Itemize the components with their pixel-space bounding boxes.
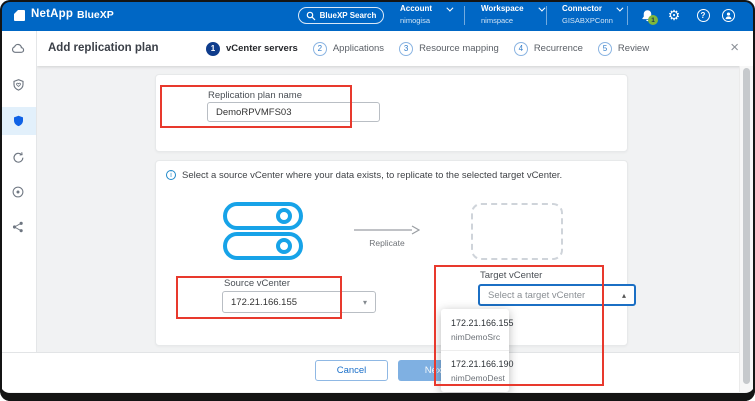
step-resource-mapping[interactable]: 3 Resource mapping (399, 42, 499, 56)
sidebar-item-governance[interactable] (0, 178, 36, 206)
top-header: NetApp BlueXP BlueXP Search Account nimo… (0, 0, 755, 31)
step-label: Resource mapping (419, 43, 499, 54)
health-icon (11, 78, 26, 93)
brand-name: NetApp (31, 8, 73, 20)
target-vcenter-placeholder (471, 203, 563, 260)
target-vcenter-placeholder-text: Select a target vCenter (488, 290, 585, 301)
info-icon: i (166, 170, 176, 180)
sidebar-item-health[interactable] (0, 71, 36, 99)
bluexp-search-button[interactable]: BlueXP Search (298, 7, 384, 24)
replicate-arrow: Replicate (354, 225, 420, 248)
user-icon (722, 9, 735, 22)
chevron-up-icon: ▴ (622, 291, 626, 300)
sidebar-item-protection[interactable] (0, 107, 36, 135)
source-vcenter-select[interactable]: 172.21.166.155 ▾ (222, 291, 376, 313)
sidebar-item-extend[interactable] (0, 213, 36, 241)
header-divider (464, 6, 465, 25)
workspace-label: Workspace (481, 4, 524, 14)
step-number: 5 (598, 42, 612, 56)
source-vcenter-graphic (223, 202, 303, 260)
search-icon (306, 11, 316, 21)
menu-divider (441, 350, 509, 351)
chevron-down-icon: ▾ (363, 298, 367, 307)
option-ip: 172.21.166.190 (451, 359, 499, 369)
step-number: 4 (514, 42, 528, 56)
close-icon[interactable]: × (730, 39, 739, 56)
chevron-down-icon (616, 4, 623, 11)
cancel-button[interactable]: Cancel (315, 360, 388, 381)
gear-icon: ⚙ (668, 7, 681, 24)
plan-name-card: Replication plan name (155, 74, 628, 152)
connector-label: Connector (562, 4, 602, 14)
connector-value: GISABXPConn (562, 16, 621, 26)
step-vcenter-servers[interactable]: 1 vCenter servers (206, 42, 298, 56)
target-vcenter-select[interactable]: Select a target vCenter ▴ (478, 284, 636, 306)
source-vcenter-label: Source vCenter (224, 278, 290, 289)
chevron-down-icon (446, 4, 453, 11)
user-profile-button[interactable] (719, 0, 737, 31)
help-button[interactable]: ? (694, 0, 712, 31)
governance-icon (11, 185, 25, 199)
target-vcenter-label: Target vCenter (480, 270, 542, 281)
extend-share-icon (11, 220, 25, 234)
replicate-label: Replicate (369, 238, 404, 248)
dropdown-option[interactable]: 172.21.166.155 nimDemoSrc (441, 317, 509, 343)
step-number: 3 (399, 42, 413, 56)
app-window: NetApp BlueXP BlueXP Search Account nimo… (0, 0, 755, 401)
page-title: Add replication plan (48, 42, 159, 54)
wizard-footer: Cancel Next (0, 352, 755, 392)
header-divider (546, 6, 547, 25)
target-vcenter-dropdown-menu: 172.21.166.155 nimDemoSrc 172.21.166.190… (441, 309, 509, 392)
step-number: 2 (313, 42, 327, 56)
storage-icon (10, 41, 26, 57)
wizard-header: Add replication plan 1 vCenter servers 2… (37, 31, 755, 66)
connector-menu[interactable]: Connector GISABXPConn (562, 4, 621, 28)
scrollbar-thumb[interactable] (743, 68, 750, 384)
step-label: Recurrence (534, 43, 583, 54)
workspace-menu[interactable]: Workspace nimspace (481, 4, 543, 28)
info-row: i Select a source vCenter where your dat… (166, 170, 562, 181)
step-number: 1 (206, 42, 220, 56)
account-label: Account (400, 4, 432, 14)
product-name: BlueXP (77, 9, 114, 21)
source-vcenter-value: 172.21.166.155 (231, 297, 297, 308)
netapp-logo-icon (14, 10, 25, 21)
step-review[interactable]: 5 Review (598, 42, 649, 56)
sidebar-item-mobility[interactable] (0, 143, 36, 171)
step-applications[interactable]: 2 Applications (313, 42, 384, 56)
plan-name-input[interactable] (207, 102, 380, 122)
sidebar-item-storage[interactable] (0, 35, 36, 63)
step-label: Review (618, 43, 649, 54)
workspace-value: nimspace (481, 16, 543, 26)
chevron-down-icon (538, 4, 545, 11)
step-recurrence[interactable]: 4 Recurrence (514, 42, 583, 56)
account-menu[interactable]: Account nimogisa (400, 4, 451, 28)
help-icon: ? (697, 9, 710, 22)
vcenter-selection-card: i Select a source vCenter where your dat… (155, 160, 628, 346)
left-sidebar (0, 31, 37, 352)
wizard-stepper: 1 vCenter servers 2 Applications 3 Resou… (206, 31, 649, 66)
notification-count-badge: 1 (648, 15, 658, 25)
account-value: nimogisa (400, 16, 451, 26)
settings-button[interactable]: ⚙ (665, 0, 683, 31)
plan-name-label: Replication plan name (208, 90, 302, 101)
option-ip: 172.21.166.155 (451, 318, 499, 328)
arrow-right-icon (354, 225, 420, 235)
protection-shield-icon (11, 114, 26, 129)
step-label: vCenter servers (226, 43, 298, 54)
main-content: Replication plan name i Select a source … (37, 66, 755, 352)
mobility-icon (11, 150, 26, 165)
dropdown-option[interactable]: 172.21.166.190 nimDemoDest (441, 358, 509, 384)
scrollbar[interactable] (739, 66, 753, 392)
step-label: Applications (333, 43, 384, 54)
option-name: nimDemoSrc (451, 332, 499, 342)
search-label: BlueXP Search (320, 11, 377, 20)
option-name: nimDemoDest (451, 373, 499, 383)
info-text: Select a source vCenter where your data … (182, 170, 562, 181)
header-divider (627, 6, 628, 25)
